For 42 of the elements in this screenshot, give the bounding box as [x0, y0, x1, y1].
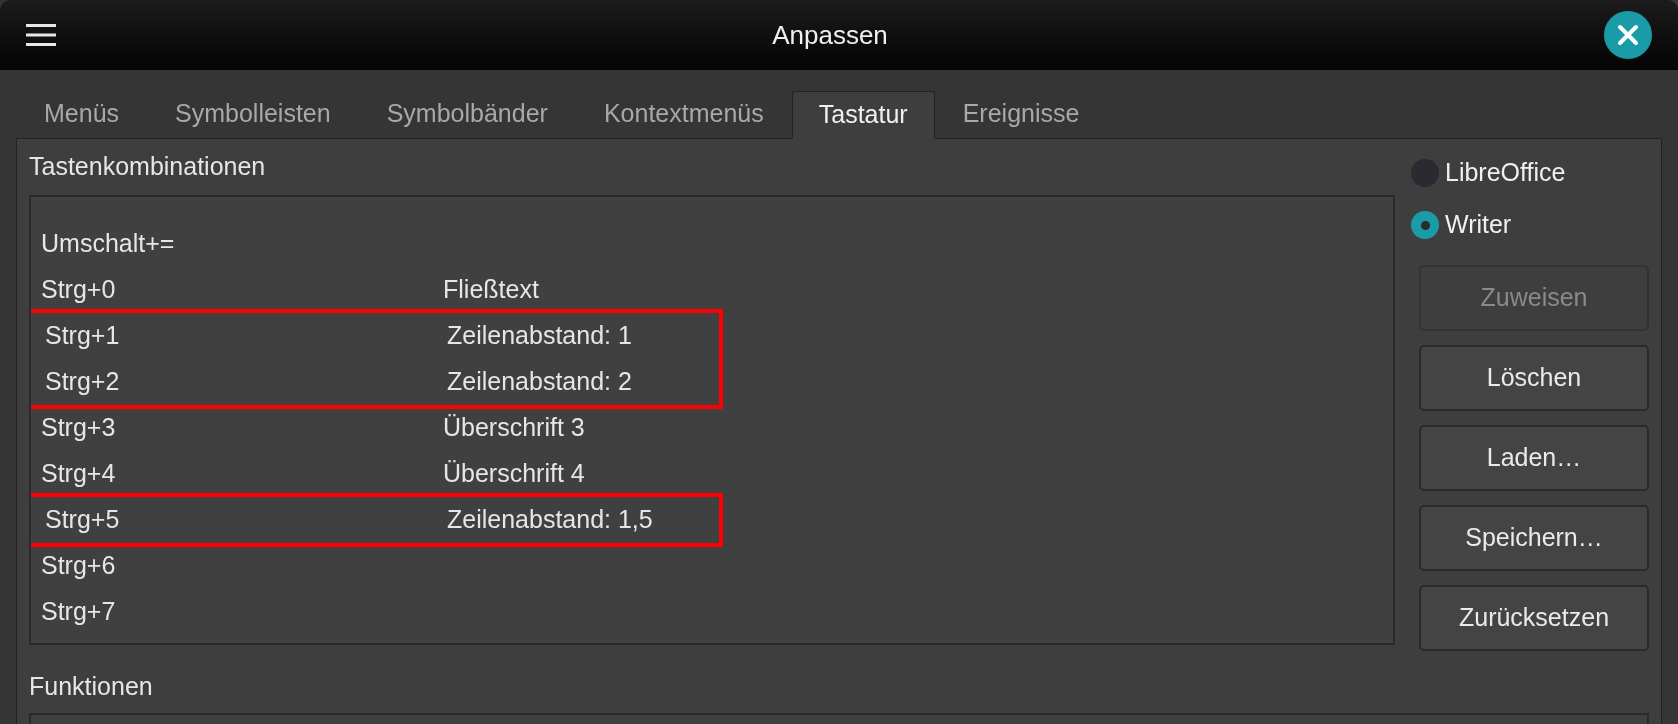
action-button[interactable]: Speichern… — [1419, 505, 1649, 571]
shortcut-key: Strg+1 — [35, 317, 447, 355]
shortcut-key: Strg+4 — [31, 455, 443, 493]
radio-option[interactable]: Writer — [1411, 199, 1649, 251]
shortcut-function: Zeilenabstand: 1 — [447, 320, 632, 352]
tab[interactable]: Menüs — [16, 90, 148, 138]
shortcut-key: Umschalt+= — [31, 225, 443, 263]
shortcut-function: Überschrift 3 — [443, 412, 585, 444]
shortcut-row[interactable]: Strg+1 Zeilenabstand: 1 — [35, 313, 719, 359]
shortcut-row[interactable]: Strg+6 — [31, 543, 1393, 589]
menu-icon[interactable] — [26, 24, 56, 46]
shortcut-row[interactable]: Umschalt+= — [31, 221, 1393, 267]
window-title: Anpassen — [772, 18, 888, 52]
shortcut-row[interactable]: Strg+4 Überschrift 4 — [31, 451, 1393, 497]
action-button[interactable]: Zurücksetzen — [1419, 585, 1649, 651]
close-icon[interactable] — [1604, 11, 1652, 59]
shortcut-key: Strg+5 — [35, 501, 447, 539]
tab[interactable]: Tastatur — [791, 91, 935, 139]
shortcut-function: Zeilenabstand: 2 — [447, 366, 632, 398]
shortcut-row[interactable]: Strg+5 Zeilenabstand: 1,5 — [35, 497, 719, 543]
tab[interactable]: Symbolleisten — [147, 90, 359, 138]
shortcut-row[interactable]: Strg+7 — [31, 589, 1393, 635]
tab[interactable]: Symbolbänder — [358, 90, 576, 138]
shortcut-function: Zeilenabstand: 1,5 — [447, 504, 653, 536]
shortcut-key: Strg+2 — [35, 363, 447, 401]
action-button[interactable]: Löschen — [1419, 345, 1649, 411]
radio-button[interactable] — [1411, 211, 1439, 239]
shortcut-key: Strg+7 — [31, 593, 443, 631]
tab[interactable]: Ereignisse — [934, 90, 1108, 138]
section-label: Tastenkombinationen — [29, 151, 267, 183]
action-button[interactable]: Laden… — [1419, 425, 1649, 491]
radio-option[interactable]: LibreOffice — [1411, 147, 1649, 199]
shortcut-function: Überschrift 4 — [443, 458, 585, 490]
tab[interactable]: Kontextmenüs — [575, 90, 792, 138]
shortcut-key: Strg+6 — [31, 547, 443, 585]
shortcut-row[interactable]: Strg+2 Zeilenabstand: 2 — [35, 359, 719, 405]
shortcut-key: Strg+3 — [31, 409, 443, 447]
section-label: Funktionen — [29, 671, 154, 703]
shortcut-row[interactable]: Strg+3 Überschrift 3 — [31, 405, 1393, 451]
shortcut-key: Strg+0 — [31, 271, 443, 309]
shortcut-function: Fließtext — [443, 274, 539, 306]
shortcut-row[interactable]: Strg+0 Fließtext — [31, 267, 1393, 313]
